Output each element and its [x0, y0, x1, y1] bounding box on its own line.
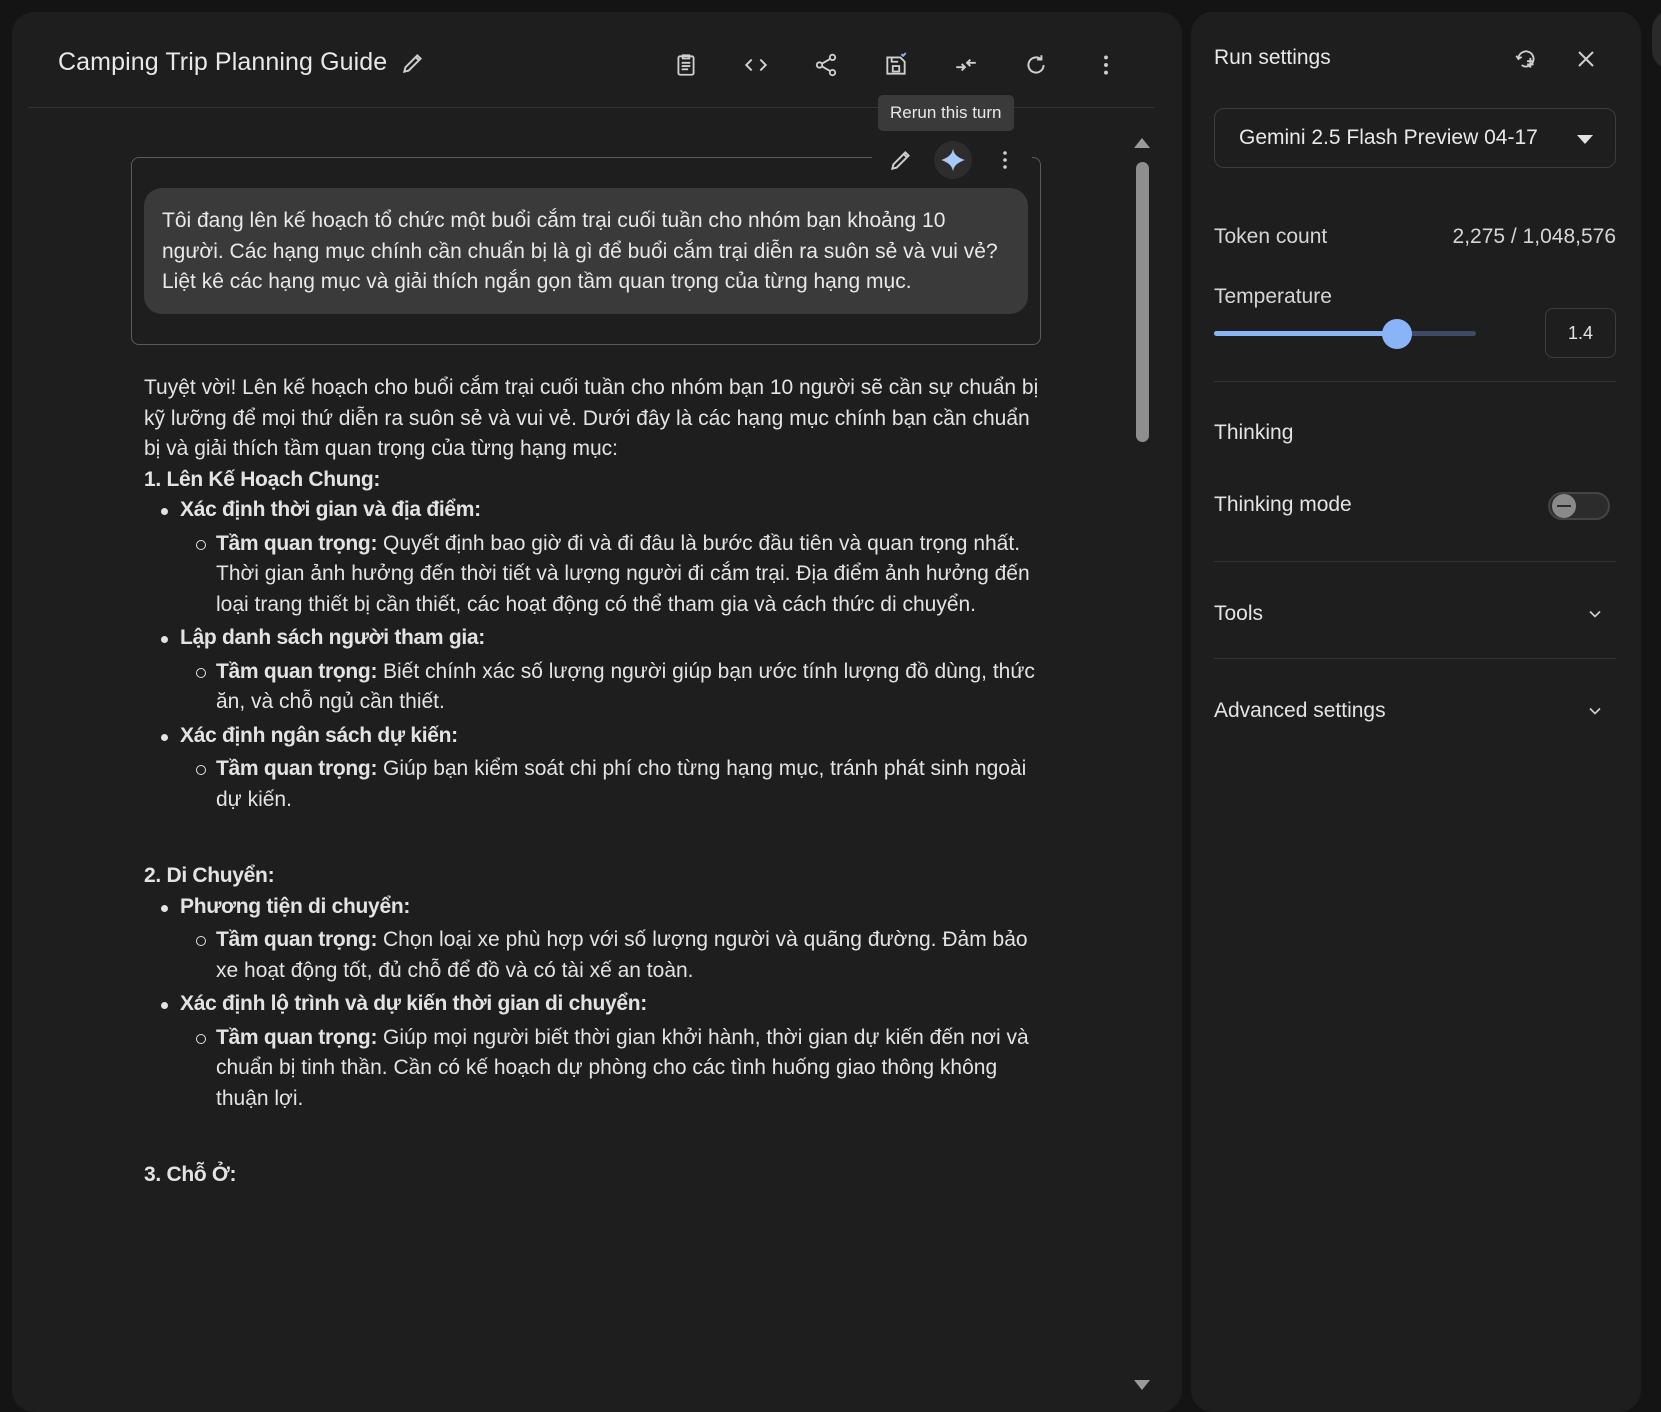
importance-label: Tầm quan trọng:: [216, 928, 378, 951]
reset-settings-icon[interactable]: [1509, 42, 1543, 76]
sub-list: Tầm quan trọng: Chọn loại xe phù hợp với…: [180, 925, 1044, 986]
sub-list: Tầm quan trọng: Giúp mọi người biết thời…: [180, 1023, 1044, 1115]
response-intro: Tuyệt vời! Lên kế hoạch cho buổi cắm trạ…: [144, 376, 1039, 460]
chevron-down-icon[interactable]: [1585, 604, 1605, 624]
rerun-tooltip: Rerun this turn: [878, 95, 1014, 131]
model-select[interactable]: Gemini 2.5 Flash Preview 04-17: [1214, 108, 1616, 168]
item-title: Xác định ngân sách dự kiến:: [180, 723, 458, 747]
advanced-settings-label[interactable]: Advanced settings: [1214, 699, 1386, 723]
temperature-slider-fill: [1214, 331, 1398, 336]
temperature-slider[interactable]: [1214, 319, 1476, 349]
rerun-sparkle-icon[interactable]: [934, 141, 972, 179]
scrollbar-thumb[interactable]: [1136, 162, 1149, 442]
importance-label: Tầm quan trọng:: [216, 531, 378, 555]
sub-list-item: Tầm quan trọng: Quyết định bao giờ đi và…: [180, 529, 1044, 621]
importance-label: Tầm quan trọng:: [216, 1025, 378, 1049]
sub-list: Tầm quan trọng: Giúp bạn kiểm soát chi p…: [180, 754, 1044, 815]
code-icon[interactable]: [738, 47, 774, 83]
token-count-value: 2,275 / 1,048,576: [1452, 225, 1616, 248]
item-title: Lập danh sách người tham gia:: [180, 626, 485, 649]
thinking-mode-toggle[interactable]: [1548, 492, 1610, 520]
sub-list-item: Tầm quan trọng: Giúp bạn kiểm soát chi p…: [180, 754, 1044, 815]
turn-actions: [872, 140, 1032, 180]
user-message: Tôi đang lên kế hoạch tổ chức một buổi c…: [144, 188, 1028, 314]
list-item: Phương tiện di chuyển: Tầm quan trọng: Ch…: [144, 892, 1044, 987]
refresh-icon[interactable]: [1018, 47, 1054, 83]
thinking-mode-label: Thinking mode: [1214, 493, 1352, 516]
importance-label: Tầm quan trọng:: [216, 659, 378, 683]
item-title: Xác định lộ trình và dự kiến thời gian d…: [180, 992, 647, 1015]
model-response: Tuyệt vời! Lên kế hoạch cho buổi cắm trạ…: [144, 373, 1044, 1191]
list-item: Xác định thời gian và địa điểm: Tầm quan …: [144, 495, 1044, 620]
save-icon[interactable]: [878, 47, 914, 83]
more-vert-icon[interactable]: [1088, 47, 1124, 83]
section-heading: 2. Di Chuyển:: [144, 864, 275, 887]
sub-list: Tầm quan trọng: Quyết định bao giờ đi và…: [180, 529, 1044, 621]
run-settings-title: Run settings: [1214, 46, 1331, 69]
sub-list: Tầm quan trọng: Biết chính xác số lượng …: [180, 657, 1044, 718]
bullet-list: Phương tiện di chuyển: Tầm quan trọng: Ch…: [144, 892, 1044, 1115]
list-item: Lập danh sách người tham gia: Tầm quan tr…: [144, 623, 1044, 718]
edit-title-icon[interactable]: [400, 50, 430, 80]
scroll-down-arrow[interactable]: [1134, 1380, 1150, 1390]
chevron-down-icon[interactable]: [1585, 701, 1605, 721]
divider: [1214, 658, 1616, 659]
panel-edge: [1652, 10, 1661, 70]
temperature-input[interactable]: 1.4: [1545, 308, 1616, 358]
sub-list-item: Tầm quan trọng: Biết chính xác số lượng …: [180, 657, 1044, 718]
divider: [1214, 381, 1616, 382]
caret-down-icon: [1577, 135, 1593, 144]
item-title: Phương tiện di chuyển:: [180, 894, 411, 918]
list-item: Xác định lộ trình và dự kiến thời gian d…: [144, 989, 1044, 1114]
clipboard-icon[interactable]: [668, 47, 704, 83]
temperature-label: Temperature: [1214, 285, 1332, 308]
toggle-knob: [1552, 494, 1576, 518]
bullet-list: Xác định thời gian và địa điểm: Tầm quan …: [144, 495, 1044, 815]
section-heading: 1. Lên Kế Hoạch Chung:: [144, 467, 381, 491]
divider: [1214, 561, 1616, 562]
scroll-up-arrow[interactable]: [1134, 138, 1150, 148]
edit-turn-icon[interactable]: [882, 141, 920, 179]
importance-label: Tầm quan trọng:: [216, 757, 378, 780]
token-count-label: Token count: [1214, 225, 1328, 248]
turn-more-icon[interactable]: [986, 141, 1024, 179]
list-item: Xác định ngân sách dự kiến: Tầm quan trọn…: [144, 721, 1044, 816]
compare-icon[interactable]: [948, 47, 984, 83]
close-icon[interactable]: [1569, 42, 1603, 76]
item-title: Xác định thời gian và địa điểm:: [180, 498, 481, 521]
section-heading: 3. Chỗ Ở:: [144, 1163, 237, 1186]
sub-list-item: Tầm quan trọng: Chọn loại xe phù hợp với…: [180, 925, 1044, 986]
tools-label[interactable]: Tools: [1214, 602, 1263, 626]
page-title: Camping Trip Planning Guide: [58, 48, 388, 76]
sub-list-item: Tầm quan trọng: Giúp mọi người biết thời…: [180, 1023, 1044, 1115]
share-icon[interactable]: [808, 47, 844, 83]
thinking-heading: Thinking: [1214, 421, 1294, 444]
model-name: Gemini 2.5 Flash Preview 04-17: [1239, 126, 1538, 149]
